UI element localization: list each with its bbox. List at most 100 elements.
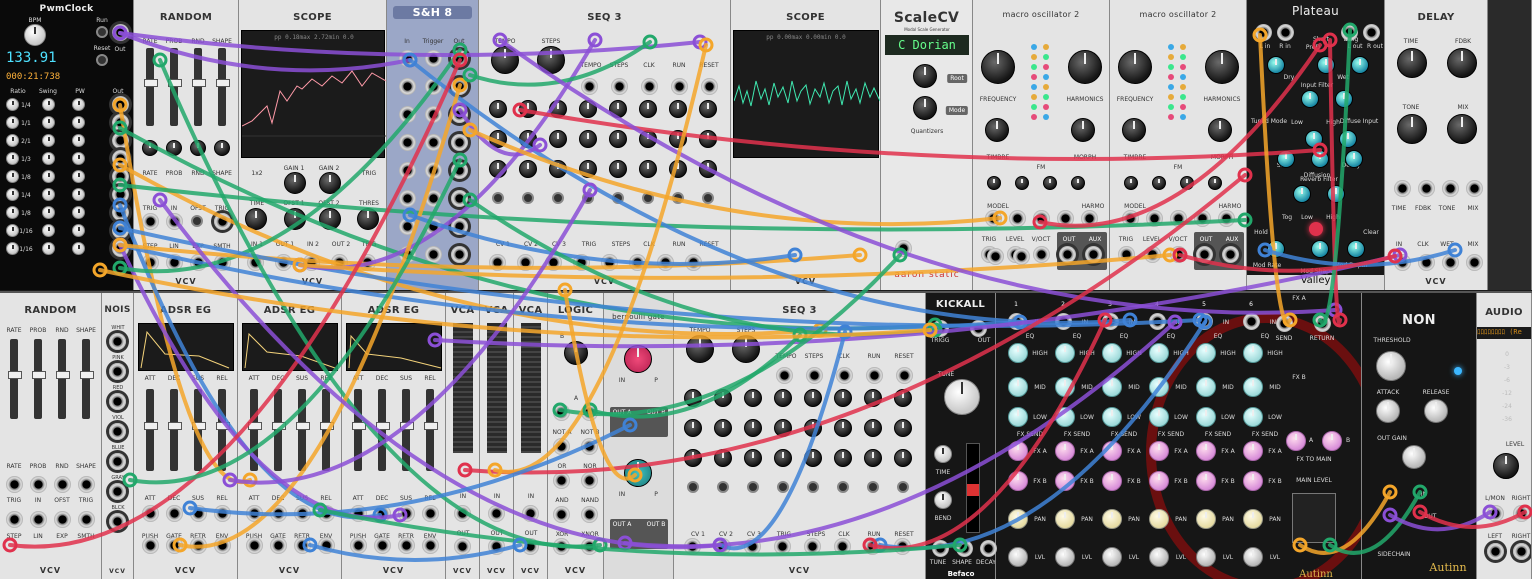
mid-knob[interactable] xyxy=(1102,377,1122,397)
step-knob[interactable] xyxy=(714,449,732,467)
patch-jack[interactable] xyxy=(318,537,335,554)
step-knob[interactable] xyxy=(609,160,627,178)
patch-jack[interactable] xyxy=(488,538,505,555)
step-knob[interactable] xyxy=(639,130,657,148)
noise-out-jack[interactable] xyxy=(109,363,126,380)
seq-cv-jack[interactable] xyxy=(866,367,883,384)
channel-in-jack[interactable] xyxy=(1196,313,1213,330)
mode-knob[interactable] xyxy=(913,96,937,120)
sh-trigger-jack[interactable] xyxy=(425,190,442,207)
patch-jack[interactable] xyxy=(834,538,851,555)
patch-jack[interactable] xyxy=(78,511,95,528)
patch-jack[interactable] xyxy=(214,537,231,554)
plateau-knob[interactable] xyxy=(1293,185,1311,203)
cv-jack[interactable] xyxy=(1033,210,1050,227)
patch-jack[interactable] xyxy=(54,511,71,528)
patch-jack[interactable] xyxy=(956,540,973,557)
right-jack[interactable] xyxy=(1513,505,1530,522)
seq-cv-jack[interactable] xyxy=(896,367,913,384)
rel-slider[interactable] xyxy=(424,389,438,471)
noise-out-jack[interactable] xyxy=(109,513,126,530)
gate-button[interactable] xyxy=(687,481,699,493)
patch-jack[interactable] xyxy=(318,505,335,522)
seq-cv-jack[interactable] xyxy=(836,367,853,384)
patch-jack[interactable] xyxy=(581,538,598,555)
step-knob[interactable] xyxy=(489,130,507,148)
pan-knob[interactable] xyxy=(1149,509,1169,529)
gate-button[interactable] xyxy=(897,481,909,493)
plateau-io-jack[interactable] xyxy=(1363,24,1380,41)
fx-to-main-b-knob[interactable] xyxy=(1322,431,1342,451)
fx-a-return-jack[interactable] xyxy=(1314,315,1331,332)
patch-jack[interactable] xyxy=(553,538,570,555)
root-knob[interactable] xyxy=(913,64,937,88)
patch-jack[interactable] xyxy=(331,254,348,271)
harmonics-knob[interactable] xyxy=(1068,50,1102,84)
sh-out-jack[interactable] xyxy=(451,218,468,235)
swing-knob[interactable] xyxy=(42,170,55,183)
io-jack[interactable] xyxy=(1118,246,1135,263)
time-knob[interactable] xyxy=(245,208,267,230)
step-knob[interactable] xyxy=(699,100,717,118)
ratio-knob[interactable] xyxy=(6,242,19,255)
mid-knob[interactable] xyxy=(1008,377,1028,397)
patch-jack[interactable] xyxy=(987,248,1004,265)
io-jack[interactable] xyxy=(1170,246,1187,263)
ratio-knob[interactable] xyxy=(6,98,19,111)
step-knob[interactable] xyxy=(519,100,537,118)
step-knob[interactable] xyxy=(489,160,507,178)
b-knob[interactable] xyxy=(564,341,588,365)
sh-in-jack[interactable] xyxy=(399,78,416,95)
patch-jack[interactable] xyxy=(6,476,23,493)
ratio-knob[interactable] xyxy=(6,224,19,237)
harmonics-knob[interactable] xyxy=(1205,50,1239,84)
patch-jack[interactable] xyxy=(932,320,949,337)
patch-jack[interactable] xyxy=(275,254,292,271)
release-knob[interactable] xyxy=(1424,399,1448,423)
patch-jack[interactable] xyxy=(864,538,881,555)
patch-jack[interactable] xyxy=(553,472,570,489)
prob-knob[interactable] xyxy=(166,140,182,156)
sh-trigger-jack[interactable] xyxy=(425,162,442,179)
patch-jack[interactable] xyxy=(581,472,598,489)
patch-jack[interactable] xyxy=(573,254,590,271)
step-knob[interactable] xyxy=(774,419,792,437)
step-knob[interactable] xyxy=(549,130,567,148)
shape-slider[interactable] xyxy=(216,48,230,126)
probability-knob-1[interactable] xyxy=(624,345,652,373)
plateau-knob[interactable] xyxy=(1351,56,1369,74)
cv-jack[interactable] xyxy=(985,210,1002,227)
ratio-knob[interactable] xyxy=(6,134,19,147)
cv-jack[interactable] xyxy=(1194,210,1211,227)
pan-knob[interactable] xyxy=(1102,509,1122,529)
ratio-knob[interactable] xyxy=(6,170,19,183)
fx-a-send-knob[interactable] xyxy=(1008,441,1028,461)
clock-out-jack[interactable] xyxy=(112,222,129,239)
tempo-knob[interactable] xyxy=(491,46,519,74)
mid-knob[interactable] xyxy=(1149,377,1169,397)
mid-knob[interactable] xyxy=(1055,377,1075,397)
sh-out-jack[interactable] xyxy=(451,246,468,263)
device-display[interactable]: ﾛﾛﾛﾛﾛﾛﾛﾛ (Re xyxy=(1477,327,1531,339)
rate-knob[interactable] xyxy=(142,140,158,156)
patch-jack[interactable] xyxy=(581,404,598,421)
sh-trigger-jack[interactable] xyxy=(425,106,442,123)
patch-jack[interactable] xyxy=(895,240,912,257)
noise-out-jack[interactable] xyxy=(109,453,126,470)
channel-in-jack[interactable] xyxy=(1149,313,1166,330)
gate-button[interactable] xyxy=(552,192,564,204)
plateau-knob[interactable] xyxy=(1339,130,1357,148)
mid-knob[interactable] xyxy=(1243,377,1263,397)
patch-jack[interactable] xyxy=(894,538,911,555)
plateau-knob[interactable] xyxy=(1327,185,1345,203)
ofst2-knob[interactable] xyxy=(319,208,341,230)
step-knob[interactable] xyxy=(804,419,822,437)
step-knob[interactable] xyxy=(639,160,657,178)
gate-button[interactable] xyxy=(807,481,819,493)
dec-slider[interactable] xyxy=(168,389,182,471)
att-slider[interactable] xyxy=(352,389,366,471)
patch-jack[interactable] xyxy=(294,537,311,554)
patch-jack[interactable] xyxy=(1466,254,1483,271)
plateau-knob[interactable] xyxy=(1311,150,1329,168)
timbre-knob[interactable] xyxy=(985,118,1009,142)
